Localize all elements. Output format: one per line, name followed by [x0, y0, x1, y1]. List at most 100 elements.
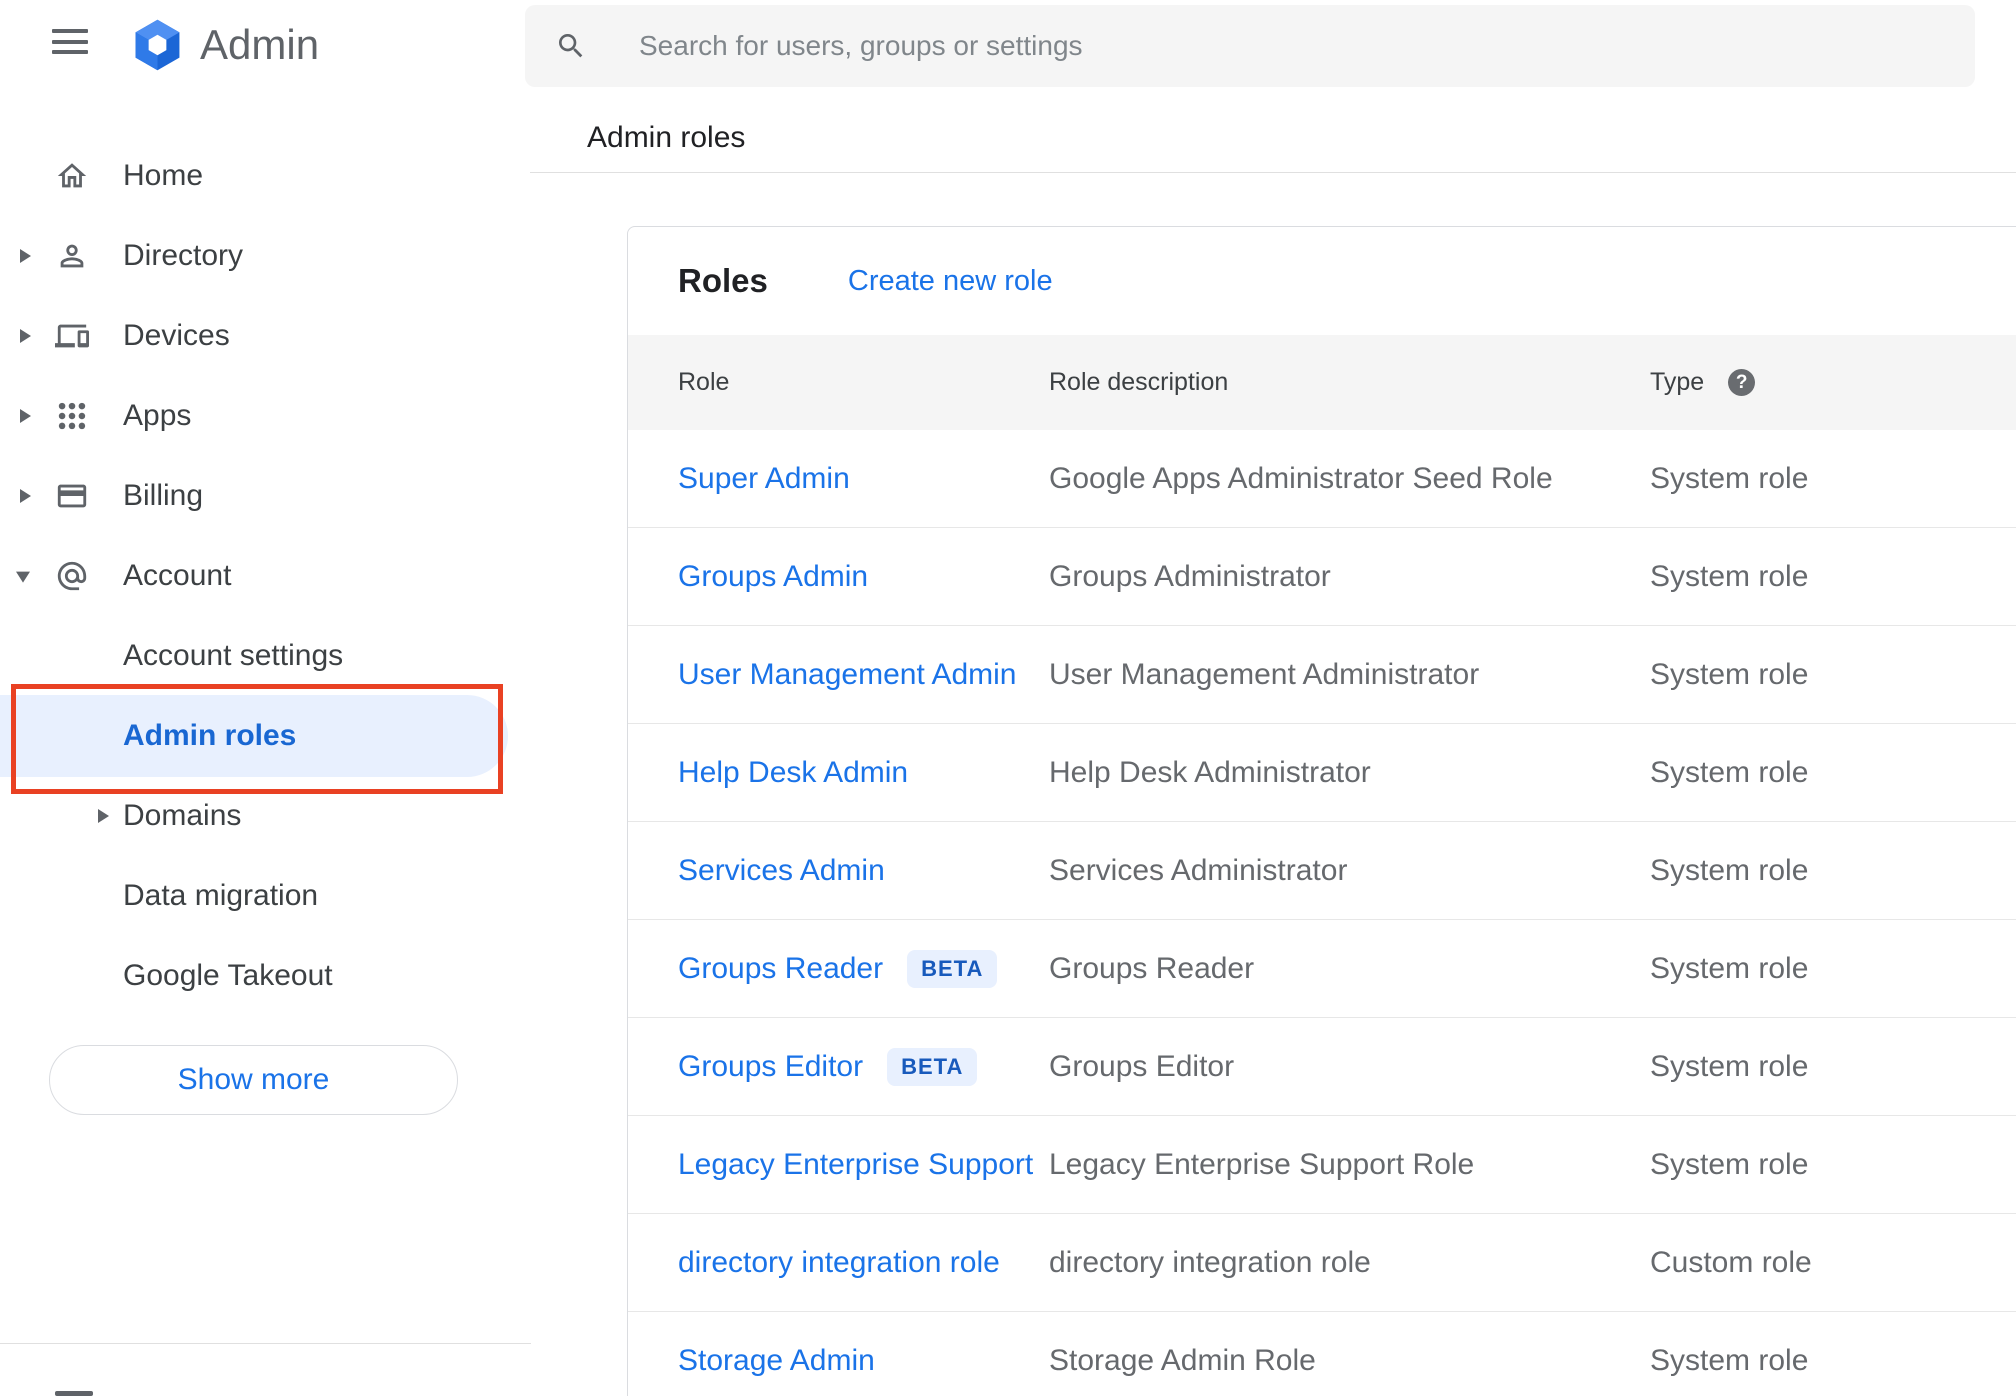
sidebar-item-label: Domains: [123, 799, 242, 832]
beta-badge: BETA: [887, 1047, 978, 1086]
help-icon[interactable]: ?: [1728, 369, 1756, 396]
role-type: System role: [1650, 853, 1809, 887]
sidebar-nav: Home Directory Devices Apps Billing Account Ac…: [0, 136, 531, 1016]
role-description: User Management Administrator: [1049, 657, 1480, 691]
search-bar[interactable]: [525, 5, 1975, 87]
role-description: Google Apps Administrator Seed Role: [1049, 461, 1553, 495]
role-type: System role: [1650, 1343, 1809, 1377]
search-icon: [555, 30, 587, 62]
table-row-legacy-enterprise-support: Legacy Enterprise Support Legacy Enterpri…: [628, 1116, 2016, 1214]
role-link[interactable]: directory integration role: [678, 1246, 1000, 1280]
role-description: Storage Admin Role: [1049, 1343, 1316, 1377]
role-link[interactable]: Storage Admin: [678, 1344, 875, 1378]
sidebar-item-label: Account: [123, 559, 232, 592]
home-icon: [55, 159, 89, 193]
beta-badge: BETA: [907, 949, 998, 988]
role-type: System role: [1650, 1147, 1809, 1181]
role-type: System role: [1650, 461, 1809, 495]
sidebar-item-admin-roles[interactable]: Admin roles: [0, 695, 531, 777]
sidebar-bottom-divider: [0, 1343, 531, 1344]
table-row-help-desk-admin: Help Desk Admin Help Desk Administrator Sy…: [628, 724, 2016, 822]
role-description: Groups Editor: [1049, 1049, 1235, 1083]
sidebar-item-label: Account settings: [123, 639, 344, 672]
role-description: directory integration role: [1049, 1245, 1371, 1279]
role-type: System role: [1650, 951, 1809, 985]
chevron-right-icon[interactable]: [20, 409, 31, 423]
sidebar-item-google-takeout[interactable]: Google Takeout: [0, 936, 531, 1016]
role-description: Services Administrator: [1049, 853, 1348, 887]
role-link[interactable]: User Management Admin: [678, 658, 1017, 692]
header-divider: [530, 172, 2016, 173]
sidebar-item-label: Apps: [123, 399, 192, 432]
sidebar-item-label: Home: [123, 159, 204, 192]
chevron-right-icon[interactable]: [98, 809, 109, 823]
sidebar-item-label: Admin roles: [123, 719, 297, 752]
at-icon: [55, 559, 89, 593]
card-title: Roles: [678, 262, 768, 299]
sidebar-item-label: Directory: [123, 239, 244, 272]
column-header-description: Role description: [1049, 368, 1229, 396]
sidebar-item-account-settings[interactable]: Account settings: [0, 616, 531, 696]
devices-icon: [55, 319, 89, 353]
column-header-role: Role: [678, 368, 730, 396]
roles-table-body: Super Admin Google Apps Administrator See…: [628, 430, 2016, 1396]
role-type: System role: [1650, 755, 1809, 789]
cutoff-nav-icon: [55, 1391, 93, 1396]
table-row-user-management-admin: User Management Admin User Management Adm…: [628, 626, 2016, 724]
search-input[interactable]: [639, 30, 1889, 62]
role-description: Help Desk Administrator: [1049, 755, 1371, 789]
chevron-right-icon[interactable]: [20, 249, 31, 263]
chevron-down-icon[interactable]: [16, 571, 30, 583]
show-more-button[interactable]: Show more: [49, 1045, 458, 1115]
table-row-groups-admin: Groups Admin Groups Administrator System r…: [628, 528, 2016, 626]
sidebar-item-devices[interactable]: Devices: [0, 296, 531, 376]
table-row-directory-integration-role: directory integration role directory inte…: [628, 1214, 2016, 1312]
table-row-storage-admin: Storage Admin Storage Admin Role System ro…: [628, 1312, 2016, 1396]
sidebar-item-domains[interactable]: Domains: [0, 776, 531, 856]
sidebar-item-account[interactable]: Account: [0, 536, 531, 616]
role-link[interactable]: Super Admin: [678, 462, 850, 496]
card-icon: [55, 479, 89, 513]
role-link[interactable]: Groups Reader: [678, 952, 883, 986]
sidebar: Admin Home Directory Devices Apps Billing Acc…: [0, 0, 531, 1396]
role-link[interactable]: Help Desk Admin: [678, 756, 908, 790]
sidebar-item-apps[interactable]: Apps: [0, 376, 531, 456]
admin-console-page: Admin Home Directory Devices Apps Billing Acc…: [0, 0, 2016, 1396]
sidebar-item-label: Data migration: [123, 879, 319, 912]
table-row-groups-reader: Groups Reader BETA Groups Reader System rol…: [628, 920, 2016, 1018]
role-link[interactable]: Groups Admin: [678, 560, 868, 594]
roles-card-header: Roles Create new role: [628, 227, 2016, 335]
menu-hamburger-icon[interactable]: [52, 29, 88, 54]
sidebar-item-label: Devices: [123, 319, 230, 352]
table-row-groups-editor: Groups Editor BETA Groups Editor System rol…: [628, 1018, 2016, 1116]
sidebar-item-home[interactable]: Home: [0, 136, 531, 216]
role-link[interactable]: Services Admin: [678, 854, 885, 888]
sidebar-item-label: Google Takeout: [123, 959, 333, 992]
role-type: System role: [1650, 1049, 1809, 1083]
role-description: Groups Administrator: [1049, 559, 1331, 593]
breadcrumb: Admin roles: [587, 121, 746, 154]
table-row-super-admin: Super Admin Google Apps Administrator See…: [628, 430, 2016, 528]
column-header-type: Type: [1650, 368, 1705, 396]
sidebar-item-label: Billing: [123, 479, 204, 512]
role-type: System role: [1650, 657, 1809, 691]
google-admin-logo-icon[interactable]: [128, 17, 187, 73]
chevron-right-icon[interactable]: [20, 489, 31, 503]
table-header-row: Role Role description Type ?: [628, 335, 2016, 430]
brand-title: Admin: [200, 21, 320, 68]
chevron-right-icon[interactable]: [20, 329, 31, 343]
sidebar-item-billing[interactable]: Billing: [0, 456, 531, 536]
sidebar-item-directory[interactable]: Directory: [0, 216, 531, 296]
apps-icon: [55, 399, 89, 433]
role-description: Legacy Enterprise Support Role: [1049, 1147, 1475, 1181]
role-type: System role: [1650, 559, 1809, 593]
roles-card: Roles Create new role Role Role descript…: [627, 226, 2016, 1396]
sidebar-item-data-migration[interactable]: Data migration: [0, 856, 531, 936]
role-link[interactable]: Groups Editor: [678, 1050, 863, 1084]
role-type: Custom role: [1650, 1245, 1812, 1279]
role-description: Groups Reader: [1049, 951, 1255, 985]
person-icon: [55, 239, 89, 273]
table-row-services-admin: Services Admin Services Administrator Syst…: [628, 822, 2016, 920]
create-new-role-link[interactable]: Create new role: [848, 265, 1053, 298]
role-link[interactable]: Legacy Enterprise Support: [678, 1148, 1033, 1182]
